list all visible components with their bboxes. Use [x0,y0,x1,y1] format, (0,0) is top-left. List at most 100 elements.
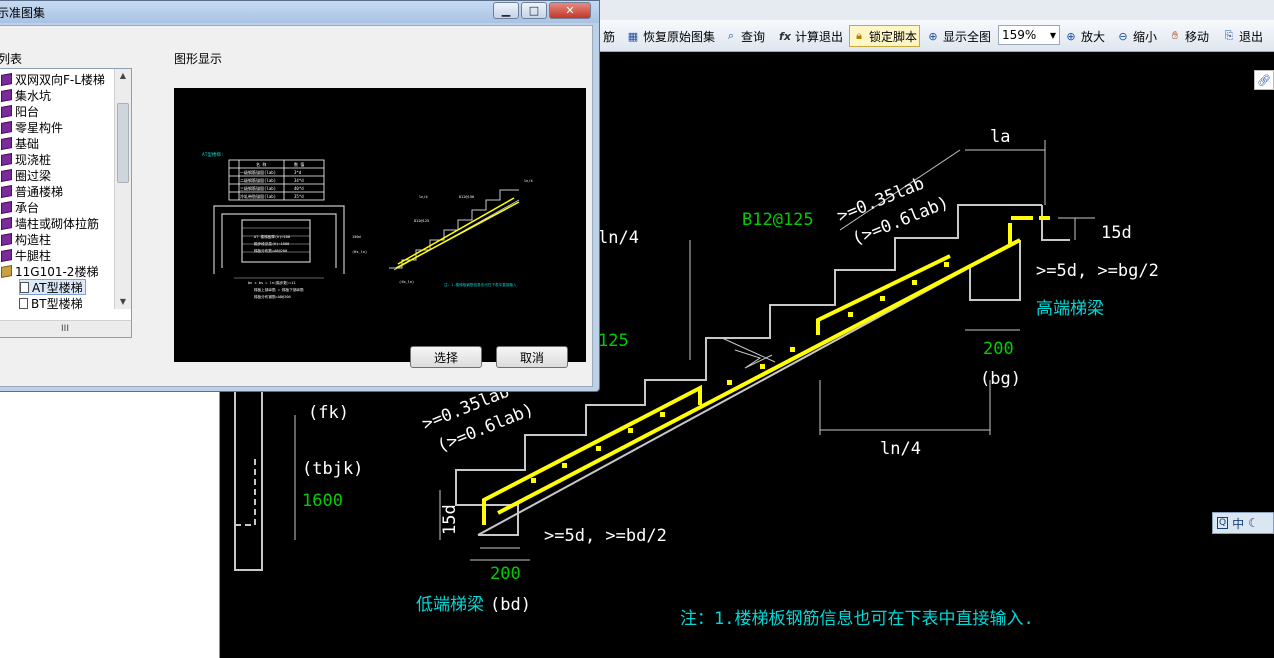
tree-item[interactable]: 阳台 [1,103,39,119]
ime-logo-icon: Q [1217,517,1229,529]
dialog-title: 示准图集 [0,6,46,20]
book-icon [1,88,12,102]
preview-plan-line: 踏步段总高(H)=1500 [254,241,289,246]
bd-value-label: 200 [490,564,521,584]
height-label: 1600 [302,491,343,511]
book-icon [1,232,12,246]
preview-plan-bottom2: 梯板上部纵筋 = 梯板下部纵筋 [254,287,304,292]
bd-label: (bd) [490,595,531,615]
query-button[interactable]: ⌕ 查询 [724,25,765,47]
restore-label: 恢复原始图集 [643,29,716,44]
book-icon [1,168,12,182]
zoom-in-icon: ⊕ [1066,29,1076,43]
tree-item[interactable]: BT型楼梯 [19,295,83,311]
component-tree[interactable]: 双网双向F-L楼梯 集水坑 阳台 零星构件 基础 现浇桩 圈过梁 普通楼梯 承台… [0,68,132,338]
restore-atlas-button[interactable]: ▦ 恢复原始图集 [626,25,715,47]
select-button[interactable]: 选择 [410,346,482,368]
query-label: 查询 [741,29,766,44]
tree-item-label: 集水坑 [15,88,52,103]
preview-cell: 二级钢筋锚固(lab) [240,177,276,183]
tree-item[interactable]: 零星构件 [1,119,63,135]
toolbar-clip-item[interactable]: 筋 [603,25,615,47]
zoom-out-label: 缩小 [1133,29,1158,44]
tree-item-selected[interactable]: AT型楼梯 [19,279,86,295]
preview-cell: 一级钢筋锚固(lab) [240,169,276,175]
zoom-select[interactable]: 159% ▼ [998,25,1060,45]
close-icon: ✕ [565,4,575,17]
high-beam-label: 高端梯梁 [1036,299,1104,319]
preview-plan-bottom3: 梯板分布钢筋=A8@200 [254,294,291,299]
scroll-down-icon[interactable]: ▼ [115,295,131,309]
dialog-titlebar[interactable]: 示准图集 ▁ □ ✕ [0,1,599,23]
tree-item[interactable]: 普通楼梯 [1,183,63,199]
tree-item[interactable]: 基础 [1,135,39,151]
exit-button[interactable]: ⎘ 退出 [1222,25,1263,47]
move-button[interactable]: ✋︎ 移动 [1168,25,1209,47]
chevron-down-icon: ▼ [1049,30,1056,40]
ime-indicator[interactable]: Q 中 ☾ [1212,512,1274,534]
preview-elevation-text: D12@150 D12@125 ln/4 ln/4 150d (Hs_ln) (… [352,179,533,284]
preview-cell: 35*d [294,194,304,199]
tree-item[interactable]: 11G101-2楼梯 [1,263,98,279]
tree-item[interactable]: 集水坑 [1,87,51,103]
maximize-icon: □ [528,4,540,17]
lock-script-button[interactable]: 🔒︎ 锁定脚本 [849,25,921,47]
exit-label: 退出 [1239,29,1264,44]
zoom-in-button[interactable]: ⊕ 放大 [1064,25,1105,47]
book-icon [1,136,12,150]
tree-item[interactable]: 圈过梁 [1,167,51,183]
tree-vertical-scrollbar[interactable]: ▲ ▼ [114,69,131,309]
tree-item-label: 圈过梁 [15,168,52,183]
book-icon [1,248,12,262]
fit-label: 显示全图 [943,29,992,44]
fx-icon: fx [779,29,791,43]
low-beam-label: 低端梯梁 [416,595,484,615]
cancel-button[interactable]: 取消 [496,346,568,368]
restore-icon: ▦ [627,29,639,43]
preview-rebar [395,197,520,269]
preview-cell: 40*d [294,186,304,191]
tree-item[interactable]: 承台 [1,199,39,215]
moon-icon: ☾ [1248,516,1259,530]
ime-label: 中 [1232,516,1245,531]
calc-exit-label: 计算退出 [795,29,844,44]
d15-top-label: 15d [1101,223,1132,243]
rebar-top-label: B12@125 [742,210,814,230]
tree-item[interactable]: 牛腿柱 [1,247,51,263]
tree-item[interactable]: 现浇桩 [1,151,51,167]
preview-table-text: 名 称 数 值 一级钢筋锚固(lab) 3*d 二级钢筋锚固(lab) 34*d 三… [240,161,304,199]
cancel-button-label: 取消 [519,350,544,365]
tree-item[interactable]: 墙柱或砌体拉筋 [1,215,99,231]
close-button[interactable]: ✕ [549,2,591,19]
scroll-up-icon[interactable]: ▲ [115,69,131,83]
fit-all-button[interactable]: ⊕ 显示全图 [926,25,991,47]
zoom-out-icon: ⊖ [1118,29,1128,43]
tree-item[interactable]: 构造柱 [1,231,51,247]
link-icon[interactable]: 🔗︎ [1254,70,1274,90]
bg-label: (bg) [980,369,1021,389]
tree-horizontal-scrollbar[interactable]: III [0,320,131,337]
preview-plan-line: AT 楼梯板厚(h)=100 [254,234,290,239]
select-button-label: 选择 [433,350,458,365]
preview-plan-bottom: bn × bs = ln(踏步数)=11 [248,280,296,285]
tree-item-label: 双网双向F-L楼梯 [15,72,105,87]
rebar-mid-label: 125 [598,331,629,351]
la-label: la [990,127,1010,147]
tree-item-label: 阳台 [15,104,40,119]
calc-exit-button[interactable]: fx 计算退出 [778,25,843,47]
dialog-body: 列表 图形显示 双网双向F-L楼梯 集水坑 阳台 零星构件 基础 现浇桩 圈过梁… [0,25,593,387]
tree-item[interactable]: 双网双向F-L楼梯 [1,71,105,87]
tree-item-label: 墙柱或砌体拉筋 [15,216,100,231]
preview-cell: 3*d [294,170,302,175]
lock-icon: 🔒︎ [856,29,862,42]
tree-item-label: 承台 [15,200,40,215]
zoom-out-button[interactable]: ⊖ 缩小 [1116,25,1157,47]
tree-item-label: 11G101-2楼梯 [15,264,99,279]
tree-item-label: 基础 [15,136,40,151]
maximize-button[interactable]: □ [521,2,547,19]
left-panel [0,390,220,658]
exit-icon: ⎘ [1224,29,1234,42]
preview-cell: 冷轧带肋锚固(lab) [240,193,276,199]
minimize-button[interactable]: ▁ [493,2,519,19]
scroll-thumb[interactable] [117,103,129,183]
